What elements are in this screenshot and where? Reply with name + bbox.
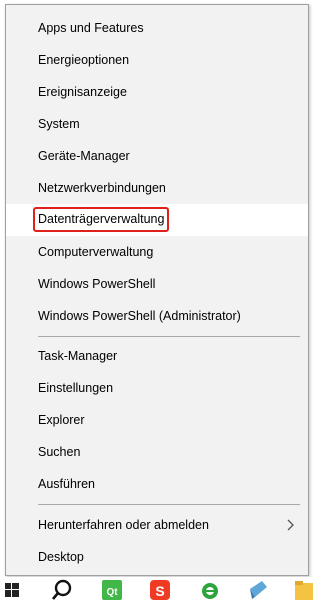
menu-item-settings[interactable]: Einstellungen bbox=[6, 372, 308, 404]
menu-separator bbox=[38, 504, 300, 505]
menu-item-search[interactable]: Suchen bbox=[6, 436, 308, 468]
menu-item-label: Ausführen bbox=[38, 477, 95, 491]
menu-item-powershell-admin[interactable]: Windows PowerShell (Administrator) bbox=[6, 300, 308, 332]
screen: Apps und Features Energieoptionen Ereign… bbox=[0, 0, 315, 600]
menu-item-label: Desktop bbox=[38, 550, 84, 564]
menu-item-label-highlighted: Datenträgerverwaltung bbox=[33, 207, 170, 233]
sogou-icon[interactable]: S bbox=[148, 577, 172, 600]
folder-icon[interactable] bbox=[292, 577, 315, 600]
menu-item-label: Ereignisanzeige bbox=[38, 85, 127, 99]
menu-item-label: Windows PowerShell (Administrator) bbox=[38, 309, 241, 323]
menu-item-label: Einstellungen bbox=[38, 381, 114, 395]
menu-item-label: Computerverwaltung bbox=[38, 245, 154, 259]
menu-item-label: Suchen bbox=[38, 445, 81, 459]
menu-item-event-viewer[interactable]: Ereignisanzeige bbox=[6, 76, 308, 108]
menu-item-computer-management[interactable]: Computerverwaltung bbox=[6, 236, 308, 268]
svg-text:S: S bbox=[155, 583, 164, 599]
menu-item-label: Netzwerkverbindungen bbox=[38, 181, 166, 195]
search-icon[interactable] bbox=[50, 577, 74, 600]
menu-item-network-connections[interactable]: Netzwerkverbindungen bbox=[6, 172, 308, 204]
svg-text:Qt: Qt bbox=[106, 587, 118, 598]
menu-item-label: Geräte-Manager bbox=[38, 149, 130, 163]
menu-item-powershell[interactable]: Windows PowerShell bbox=[6, 268, 308, 300]
menu-item-shutdown-signout[interactable]: Herunterfahren oder abmelden bbox=[6, 509, 308, 541]
menu-item-label: Energieoptionen bbox=[38, 53, 130, 67]
power-user-context-menu: Apps und Features Energieoptionen Ereign… bbox=[5, 4, 309, 576]
windows-start-icon[interactable] bbox=[2, 577, 22, 600]
menu-item-label: System bbox=[38, 117, 80, 131]
qt-creator-icon[interactable]: Qt bbox=[100, 577, 124, 600]
menu-separator bbox=[38, 336, 300, 337]
taskbar: Qt S bbox=[0, 577, 315, 600]
menu-item-device-manager[interactable]: Geräte-Manager bbox=[6, 140, 308, 172]
internet-explorer-icon[interactable] bbox=[198, 577, 222, 600]
notepad-icon[interactable] bbox=[246, 577, 270, 600]
menu-item-explorer[interactable]: Explorer bbox=[6, 404, 308, 436]
menu-item-label: Explorer bbox=[38, 413, 85, 427]
menu-item-system[interactable]: System bbox=[6, 108, 308, 140]
menu-item-power-options[interactable]: Energieoptionen bbox=[6, 44, 308, 76]
menu-item-label: Windows PowerShell bbox=[38, 277, 156, 291]
menu-item-desktop[interactable]: Desktop bbox=[6, 541, 308, 573]
menu-item-label: Task-Manager bbox=[38, 349, 118, 363]
menu-item-apps-features[interactable]: Apps und Features bbox=[6, 12, 308, 44]
chevron-right-icon bbox=[287, 519, 294, 531]
menu-item-label: Apps und Features bbox=[38, 21, 144, 35]
menu-item-run[interactable]: Ausführen bbox=[6, 468, 308, 500]
menu-item-disk-management[interactable]: Datenträgerverwaltung bbox=[6, 204, 308, 236]
menu-item-label: Herunterfahren oder abmelden bbox=[38, 518, 209, 532]
menu-item-task-manager[interactable]: Task-Manager bbox=[6, 340, 308, 372]
